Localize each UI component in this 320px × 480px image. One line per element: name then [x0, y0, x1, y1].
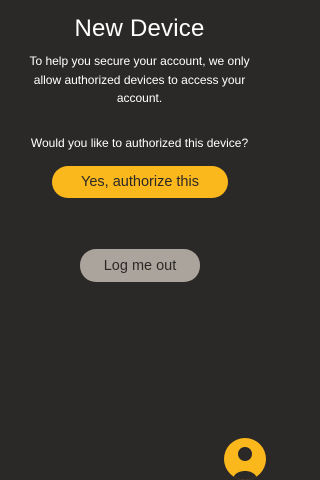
authorize-device-button[interactable]: Yes, authorize this — [52, 166, 228, 198]
authorize-question: Would you like to authorized this device… — [30, 136, 249, 150]
user-fab-button[interactable] — [224, 438, 266, 480]
log-out-button[interactable]: Log me out — [80, 249, 200, 282]
page-title: New Device — [74, 15, 205, 42]
intro-text: To help you secure your account, we only… — [29, 54, 250, 105]
user-icon — [233, 447, 257, 480]
new-device-screen: New Device To help you secure your accou… — [0, 0, 279, 480]
